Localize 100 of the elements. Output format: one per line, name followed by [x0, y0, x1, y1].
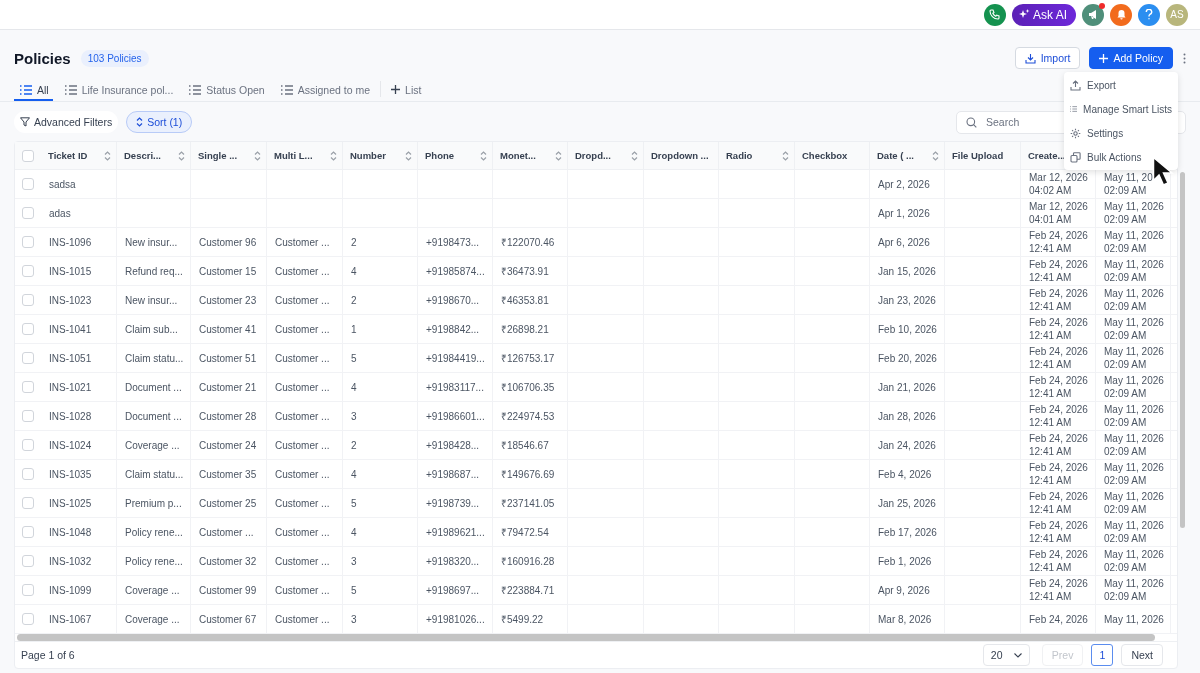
table-cell-text: +91984419... — [426, 351, 486, 365]
table-cell-text: +9198670... — [426, 293, 481, 307]
table-cell-line: Feb 24, 2026 — [1029, 316, 1089, 329]
table-cell-text: ₹223884.71 — [501, 583, 556, 597]
table-cell-text: +9198697... — [426, 583, 481, 597]
table-cell-text: 3 — [351, 612, 358, 626]
table-cell-text: 2 — [351, 293, 358, 307]
table-cell-line: May 11, 2026 — [1104, 577, 1165, 590]
table-cell-text: INS-1067 — [49, 612, 93, 626]
table-cell-text: 4 — [351, 467, 358, 481]
table-cell-text: 4 — [351, 525, 358, 539]
table-cell-text: Coverage ... — [125, 438, 181, 452]
table-cell-text: Document ... — [125, 409, 183, 423]
table-cell-text: Coverage ... — [125, 612, 181, 626]
table-cell-line: 02:09 AM — [1104, 300, 1148, 313]
table-cell-text: Customer ... — [275, 554, 331, 568]
table-cell-line: Feb 24, 2026 — [1029, 229, 1089, 242]
table-cell-text: INS-1099 — [49, 583, 93, 597]
table-cell-text: +91981026... — [426, 612, 486, 626]
table-cell-line: 12:41 AM — [1029, 532, 1073, 545]
table-cell-text: 2 — [351, 438, 358, 452]
table-cell-line: Feb 24, 2026 — [1029, 490, 1089, 503]
table-cell-line: 02:09 AM — [1104, 271, 1148, 284]
table-cell-text: 4 — [351, 380, 358, 394]
table-cell-line: Feb 24, 2026 — [1029, 258, 1089, 271]
table-cell-line: 02:09 AM — [1104, 561, 1148, 574]
table-cell-text: INS-1051 — [49, 351, 93, 365]
table-cell-text: INS-1028 — [49, 409, 93, 423]
table-cell-text: 2 — [351, 235, 358, 249]
table-cell-text: Customer ... — [275, 612, 331, 626]
table-cell-text: ₹26898.21 — [501, 322, 550, 336]
table-cell-text: Customer ... — [275, 322, 331, 336]
table-cell-text: ₹149676.69 — [501, 467, 556, 481]
table-cell-line: 02:09 AM — [1104, 184, 1148, 197]
table-cell-text: sadsa — [49, 177, 77, 191]
table-cell-text: Customer ... — [275, 467, 331, 481]
table-cell-text: 3 — [351, 554, 358, 568]
table-cell-text: Jan 21, 2026 — [878, 380, 937, 394]
table-cell-line: May 11, 20 — [1104, 171, 1154, 184]
table-cell-line: 12:41 AM — [1029, 474, 1073, 487]
table-cell-text: ₹5499.22 — [501, 612, 545, 626]
table-cell-line: 02:09 AM — [1104, 474, 1148, 487]
table-cell-text: Jan 23, 2026 — [878, 293, 937, 307]
table-cell-text: ₹36473.91 — [501, 264, 550, 278]
table-cell-text: INS-1023 — [49, 293, 93, 307]
table-cell-text: Customer ... — [275, 293, 331, 307]
table-cell-line: May 11, 2026 — [1104, 374, 1165, 387]
table-cell-line: Feb 24, 2026 — [1029, 519, 1089, 532]
table-cell-text: ₹46353.81 — [501, 293, 550, 307]
table-cell-text: Customer ... — [275, 438, 331, 452]
table-cell-text: Customer ... — [275, 583, 331, 597]
count-badge: 103 Policies — [80, 49, 149, 67]
table-cell-line: 12:41 AM — [1029, 561, 1073, 574]
table-cell-text: +9198473... — [426, 235, 481, 249]
table-cell-line: 12:41 AM — [1029, 387, 1073, 400]
table-cell-text: 5 — [351, 351, 358, 365]
table-cell-text: Customer 41 — [199, 322, 258, 336]
table-cell-text: Feb 17, 2026 — [878, 525, 938, 539]
table-cell-line: Feb 24, 2026 — [1029, 548, 1089, 561]
page-summary: Page 1 of 6 — [21, 649, 75, 661]
table-cell-text: +9198428... — [426, 438, 481, 452]
table-cell-text: +9198842... — [426, 322, 481, 336]
table-cell-line: Feb 24, 2026 — [1029, 461, 1089, 474]
table-cell-text: Customer 51 — [199, 351, 258, 365]
table-cell-text: Claim statu... — [125, 467, 185, 481]
table-cell-line: 02:09 AM — [1104, 445, 1148, 458]
table-cell-text: adas — [49, 206, 72, 220]
table-cell-line: May 11, 2026 — [1104, 345, 1165, 358]
table-cell-text: Customer 99 — [199, 583, 258, 597]
table-cell-text: ₹224974.53 — [501, 409, 556, 423]
table-cell-text: +91983117... — [426, 380, 485, 394]
table-cell-text: Document ... — [125, 380, 183, 394]
table-cell-text: Customer 96 — [199, 235, 258, 249]
table-cell-text: INS-1025 — [49, 496, 93, 510]
table-cell-text: Coverage ... — [125, 583, 181, 597]
table-cell-line: 02:09 AM — [1104, 503, 1148, 516]
table-cell-line: May 11, 2026 — [1104, 229, 1165, 242]
table-cell-text: INS-1041 — [49, 322, 93, 336]
table-cell-line: May 11, 2026 — [1104, 258, 1165, 271]
table-cell-line: May 11, 2026 — [1104, 461, 1165, 474]
table-cell-line: May 11, 2026 — [1104, 612, 1165, 626]
table-cell-text: Feb 4, 2026 — [878, 467, 933, 481]
table-cell-text: Jan 15, 2026 — [878, 264, 937, 278]
table-cell-line: Feb 24, 2026 — [1029, 345, 1089, 358]
table-cell-text: INS-1015 — [49, 264, 93, 278]
table-cell-text: 5 — [351, 496, 358, 510]
page-title: Policies — [14, 49, 71, 67]
table-cell-line: Feb 24, 2026 — [1029, 612, 1089, 626]
table-cell-text: +91985874... — [426, 264, 486, 278]
table-cell-line: Feb 24, 2026 — [1029, 374, 1089, 387]
table-cell-text: Customer ... — [275, 409, 331, 423]
table-cell-line: 12:41 AM — [1029, 503, 1073, 516]
table-cell-text: Customer 25 — [199, 496, 258, 510]
table-cell-line: 02:09 AM — [1104, 387, 1148, 400]
table-cell-line: 04:01 AM — [1029, 213, 1073, 226]
table-cell-text: Policy rene... — [125, 554, 184, 568]
table-cell-line: 02:09 AM — [1104, 532, 1148, 545]
table-cell-text: New insur... — [125, 293, 179, 307]
table-cell-text: Claim statu... — [125, 351, 185, 365]
table-cell-line: 02:09 AM — [1104, 358, 1148, 371]
